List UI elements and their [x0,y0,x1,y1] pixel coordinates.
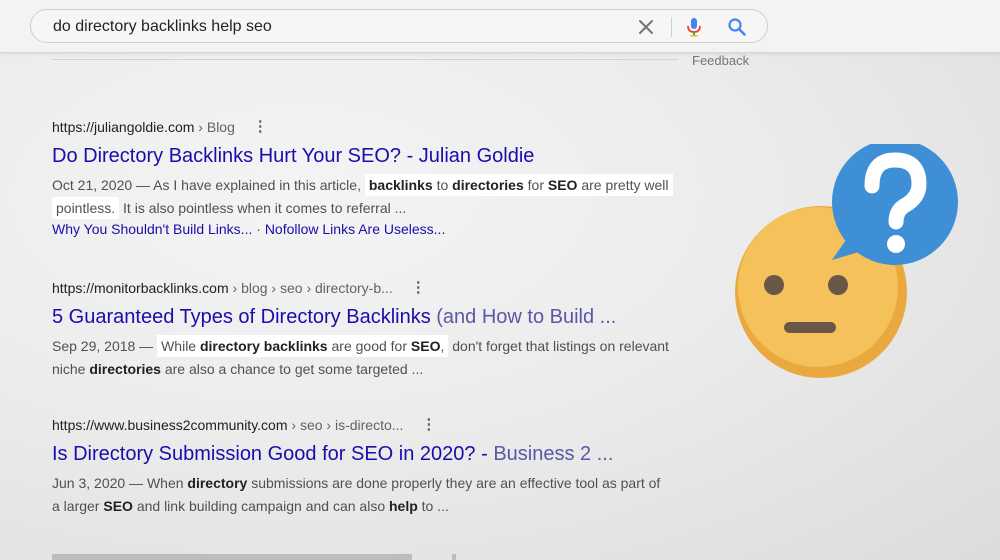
result-site: https://www.business2community.com [52,417,288,433]
snippet-bold: directory [187,475,248,491]
result-site: https://monitorbacklinks.com [52,280,229,296]
snippet-highlight: backlinks to directories for SEO are pre… [364,174,673,196]
search-input[interactable] [51,10,615,44]
feedback-link[interactable]: Feedback [692,53,749,68]
result-title[interactable]: Is Directory Submission Good for SEO in … [52,441,702,471]
snippet-bold: directory backlinks [199,338,328,354]
search-result: https://juliangoldie.com › Blog ⋮ Do Dir… [52,117,702,237]
divider [52,59,678,60]
more-vert-icon[interactable]: ⋮ [253,117,268,137]
sitelink-separator: · [252,221,265,237]
more-vert-icon[interactable]: ⋮ [421,415,436,435]
snippet-bold: directories [89,361,161,377]
snippet-text: are also a chance to get some targeted .… [160,361,424,377]
result-breadcrumb: › blog › seo › directory-b... [228,280,393,296]
title-text: Business 2 ... [493,443,614,465]
search-header [0,0,1000,53]
snippet-text: and link building campaign and can also [132,498,389,514]
result-site: https://juliangoldie.com [52,119,195,135]
snippet-text: — As I have explained in this article, [132,177,365,193]
result-url[interactable]: https://www.business2community.com › seo… [52,415,702,435]
snippet-text: pointless. [56,200,116,216]
snippet-text: It is also pointless when it comes to re… [119,200,407,216]
snippet-text: — [135,338,158,354]
snippet-bold: SEO [547,177,578,193]
snippet-bold: directories [452,177,524,193]
clear-icon[interactable] [635,16,657,38]
search-box[interactable] [30,9,768,44]
snippet-text: don't forget that listings on relevant [448,338,669,354]
search-result: https://monitorbacklinks.com › blog › se… [52,278,702,381]
more-vert-icon[interactable]: ⋮ [411,278,426,298]
snippet-bold: SEO [103,498,133,514]
snippet-text: to ... [417,498,449,514]
result-date: Sep 29, 2018 [52,338,136,354]
snippet-text: are pretty well [577,177,669,193]
search-icon[interactable] [726,16,748,38]
result-url[interactable]: https://monitorbacklinks.com › blog › se… [52,278,702,298]
snippet-text: to [432,177,453,193]
result-snippet: Jun 3, 2020 — When directory submissions… [52,472,702,518]
result-date: Oct 21, 2020 [52,177,133,193]
snippet-text: , [440,338,445,354]
title-text: (and How to Build ... [430,306,617,328]
snippet-highlight: pointless. [52,197,120,219]
snippet-bold: help [389,498,418,514]
snippet-text: are good for [327,338,411,354]
snippet-text: submissions are done properly they are a… [247,475,661,491]
result-breadcrumb: › seo › is-directo... [287,417,404,433]
result-sitelinks: Why You Shouldn't Build Links... · Nofol… [52,221,702,237]
result-title[interactable]: 5 Guaranteed Types of Directory Backlink… [52,304,702,334]
title-text: 5 Guaranteed Types of Directory Backlink… [52,306,431,328]
sitelink[interactable]: Why You Shouldn't Build Links... [52,221,252,237]
snippet-bold: SEO [410,338,441,354]
result-snippet: Oct 21, 2020 — As I have explained in th… [52,174,702,220]
snippet-text: While [161,338,200,354]
snippet-text: — When [125,475,188,491]
sitelink[interactable]: Nofollow Links Are Useless... [265,221,446,237]
snippet-text: niche [52,361,90,377]
snippet-text: for [523,177,548,193]
title-text: Is Directory Submission Good for SEO in … [52,443,494,465]
snippet-text: a larger [52,498,104,514]
mic-icon[interactable] [683,16,705,38]
search-result: https://www.business2community.com › seo… [52,415,702,518]
result-url[interactable]: https://juliangoldie.com › Blog ⋮ [52,117,702,137]
result-breadcrumb: › Blog [194,119,235,135]
snippet-bold: backlinks [368,177,433,193]
question-bubble-icon [832,144,958,265]
result-date: Jun 3, 2020 [52,475,126,491]
cut-off-result [52,554,456,560]
snippet-highlight: While directory backlinks are good for S… [157,335,449,357]
divider [671,17,672,37]
result-snippet: Sep 29, 2018 — While directory backlinks… [52,335,702,381]
result-title[interactable]: Do Directory Backlinks Hurt Your SEO? - … [52,143,702,173]
